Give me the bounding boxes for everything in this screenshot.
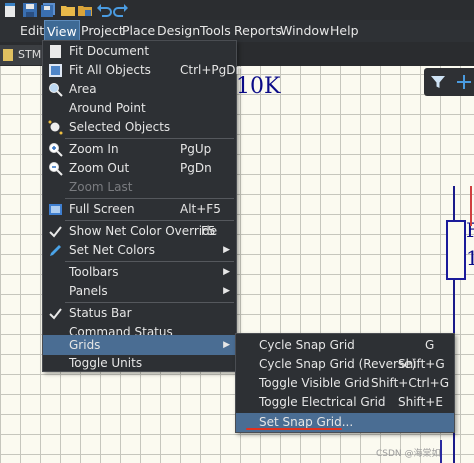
menu-item-zoom-in[interactable]: Zoom In PgUp: [43, 140, 236, 159]
redo-icon[interactable]: [113, 2, 129, 18]
wire-upper[interactable]: [453, 186, 455, 222]
menu-separator: [65, 220, 234, 221]
canvas-filter-toolbar: [424, 68, 474, 96]
document-icon[interactable]: [2, 2, 18, 18]
net-highlight-mark: [470, 186, 472, 226]
submenu-arrow-icon: ▶: [223, 245, 230, 255]
watermark-text: CSDN @海棠如: [376, 449, 441, 459]
save-icon[interactable]: [22, 2, 38, 18]
menu-item-fit-all-objects[interactable]: Fit All Objects Ctrl+PgDn: [43, 61, 243, 80]
submenu-arrow-icon: ▶: [223, 267, 230, 277]
menu-reports[interactable]: Reports: [234, 20, 282, 42]
open-folder-icon[interactable]: [60, 2, 76, 18]
add-icon[interactable]: [456, 74, 472, 90]
menu-view[interactable]: View: [44, 20, 80, 42]
menu-item-set-net-colors[interactable]: Set Net Colors ▶: [43, 241, 236, 260]
menu-project[interactable]: Project: [81, 20, 124, 42]
annotation-underline: [246, 428, 342, 430]
menu-item-panels[interactable]: Panels ▶: [43, 282, 236, 301]
menu-item-cycle-snap-grid-reverse[interactable]: Cycle Snap Grid (Reverse) Shift+G: [236, 355, 454, 374]
menu-item-grids[interactable]: Grids ▶: [43, 335, 236, 355]
menu-item-around-point[interactable]: Around Point: [43, 99, 236, 118]
checkmark-icon: [49, 308, 62, 320]
quick-access-toolbar: [0, 0, 474, 20]
zoom-in-icon: [49, 143, 63, 157]
menu-item-toggle-units[interactable]: Toggle Units: [43, 354, 236, 373]
menu-edit[interactable]: Edit: [20, 20, 44, 42]
menu-place[interactable]: Place: [122, 20, 155, 42]
menu-item-show-net-color-override[interactable]: Show Net Color Override F5: [43, 222, 236, 241]
menu-item-zoom-last: Zoom Last: [69, 180, 133, 194]
menu-separator: [65, 138, 234, 139]
zoom-out-icon: [49, 162, 63, 176]
menu-item-cycle-snap-grid[interactable]: Cycle Snap Grid G: [236, 336, 454, 355]
menu-item-toolbars[interactable]: Toolbars ▶: [43, 263, 236, 282]
menu-item-area[interactable]: Area: [43, 80, 236, 99]
tab-document[interactable]: STM3: [0, 45, 48, 65]
area-zoom-icon: [49, 83, 63, 97]
menu-tools[interactable]: Tools: [200, 20, 231, 42]
menu-design[interactable]: Design: [157, 20, 200, 42]
menu-item-zoom-out[interactable]: Zoom Out PgDn: [43, 159, 236, 178]
resistor-symbol[interactable]: [446, 220, 466, 280]
menu-item-full-screen[interactable]: Full Screen Alt+F5: [43, 200, 236, 219]
schematic-doc-icon: [3, 49, 13, 61]
view-menu-dropdown: Fit Document Fit All Objects Ctrl+PgDn A…: [42, 40, 243, 373]
menu-help[interactable]: Help: [330, 20, 359, 42]
menu-item-toggle-electrical-grid[interactable]: Toggle Electrical Grid Shift+E: [236, 393, 454, 412]
save-all-icon[interactable]: [40, 2, 56, 18]
menu-item-toggle-visible-grid[interactable]: Toggle Visible Grid Shift+Ctrl+G: [236, 374, 454, 393]
fit-document-icon: [50, 45, 61, 58]
menu-separator: [65, 261, 234, 262]
menu-separator: [65, 198, 234, 199]
menu-separator: [65, 302, 234, 303]
filter-icon[interactable]: [430, 74, 446, 90]
open-project-icon[interactable]: [77, 2, 93, 18]
designator-value-text: 1: [466, 246, 474, 270]
submenu-arrow-icon: ▶: [223, 340, 230, 350]
main-menubar: Edit View Project Place Design Tools Rep…: [0, 20, 474, 42]
full-screen-icon: [49, 204, 62, 215]
menu-window[interactable]: Window: [280, 20, 329, 42]
menu-item-selected-objects[interactable]: Selected Objects: [43, 118, 236, 137]
pencil-icon: [50, 245, 61, 256]
fit-all-objects-icon: [49, 64, 62, 77]
selected-objects-icon: [48, 120, 63, 135]
menu-item-status-bar[interactable]: Status Bar: [43, 304, 236, 323]
menu-item-fit-document[interactable]: Fit Document: [43, 42, 236, 61]
grids-submenu: Cycle Snap Grid G Cycle Snap Grid (Rever…: [235, 333, 455, 433]
undo-icon[interactable]: [96, 2, 112, 18]
submenu-arrow-icon: ▶: [223, 286, 230, 296]
checkmark-icon: [49, 226, 62, 238]
